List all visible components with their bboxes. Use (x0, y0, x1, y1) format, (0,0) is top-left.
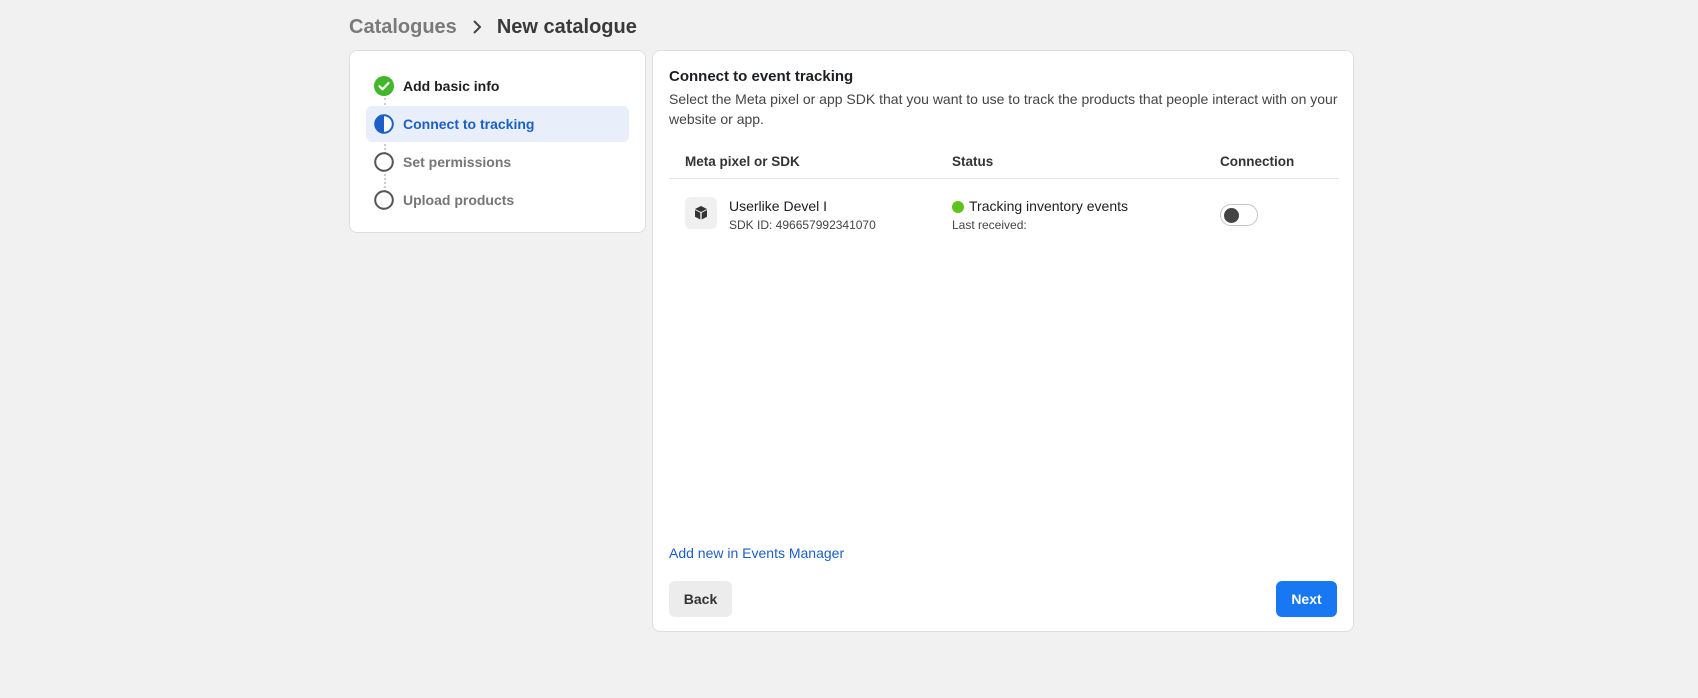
last-received: Last received: (952, 218, 1027, 232)
column-header-connection: Connection (1220, 154, 1295, 169)
step-label: Set permissions (403, 154, 512, 170)
connect-tracking-panel: Connect to event tracking Select the Met… (652, 50, 1354, 632)
column-header-pixel: Meta pixel or SDK (685, 154, 800, 169)
connection-toggle[interactable] (1220, 204, 1258, 226)
panel-title: Connect to event tracking (669, 68, 854, 85)
step-label: Connect to tracking (403, 116, 535, 132)
step-connect-to-tracking[interactable]: Connect to tracking (366, 106, 629, 142)
empty-circle-icon (374, 152, 394, 172)
sdk-id: SDK ID: 496657992341070 (729, 218, 876, 232)
steps-panel: Add basic info Connect to tracking Set p… (349, 50, 646, 233)
empty-circle-icon (374, 190, 394, 210)
status-ok-icon (952, 201, 964, 213)
column-header-status: Status (952, 154, 994, 169)
step-label: Add basic info (403, 78, 500, 94)
breadcrumb: Catalogues New catalogue (349, 12, 637, 42)
chevron-right-icon (467, 17, 487, 37)
back-button[interactable]: Back (669, 581, 732, 617)
check-circle-icon (374, 76, 394, 96)
step-label: Upload products (403, 192, 515, 208)
cube-icon (685, 197, 717, 229)
half-circle-icon (374, 114, 394, 134)
table-row: Userlike Devel I SDK ID: 496657992341070… (669, 191, 1339, 241)
step-add-basic-info[interactable]: Add basic info (366, 68, 629, 104)
next-button[interactable]: Next (1276, 581, 1337, 617)
table-header: Meta pixel or SDK Status Connection (669, 149, 1339, 179)
add-in-events-manager-link[interactable]: Add new in Events Manager (669, 545, 844, 561)
toggle-knob (1224, 208, 1239, 223)
step-set-permissions[interactable]: Set permissions (366, 144, 629, 180)
page-title: New catalogue (496, 15, 637, 38)
sdk-name: Userlike Devel I (729, 198, 828, 214)
status-text: Tracking inventory events (969, 198, 1128, 214)
step-upload-products[interactable]: Upload products (366, 182, 629, 218)
breadcrumb-catalogues-link[interactable]: Catalogues (349, 16, 457, 39)
panel-description: Select the Meta pixel or app SDK that yo… (669, 91, 1338, 127)
